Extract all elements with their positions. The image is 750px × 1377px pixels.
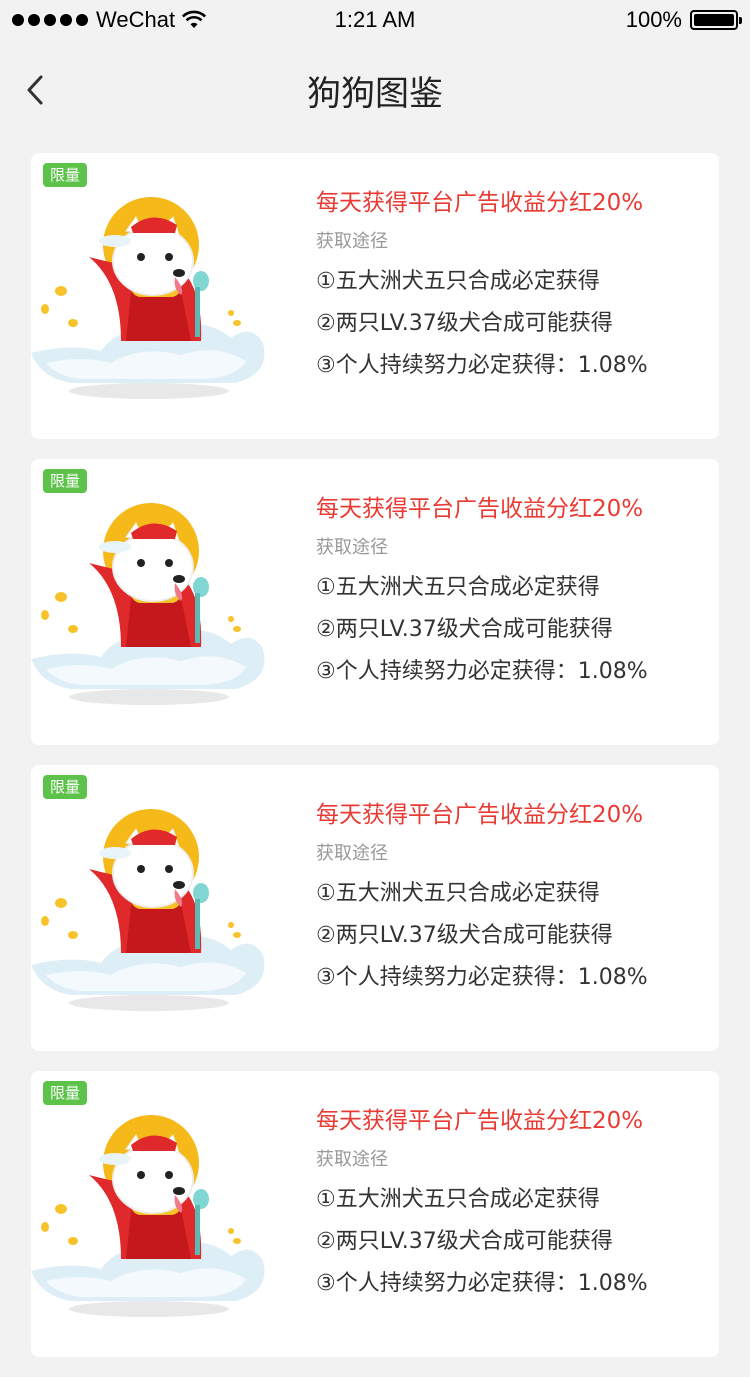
- card-info: 每天获得平台广告收益分红20% 获取途径 ①五大洲犬五只合成必定获得 ②两只LV…: [316, 1105, 709, 1299]
- acquire-method-3: ③个人持续努力必定获得：1.08%: [316, 1271, 648, 1296]
- benefit-headline: 每天获得平台广告收益分红20%: [316, 802, 644, 828]
- acquire-method-2: ②两只LV.37级犬合成可能获得: [316, 617, 613, 642]
- dog-mascot-illustration: [31, 809, 265, 1011]
- status-right: 100%: [625, 7, 742, 33]
- benefit-headline: 每天获得平台广告收益分红20%: [316, 190, 644, 216]
- acquire-method-label: 获取途径: [316, 537, 388, 558]
- acquire-method-2: ②两只LV.37级犬合成可能获得: [316, 1229, 613, 1254]
- dog-card[interactable]: 限量 每天获得平台广告收益分红20% 获取途径 ①五大洲犬五只合成必定获得 ②两…: [31, 1071, 719, 1357]
- benefit-headline: 每天获得平台广告收益分红20%: [316, 1108, 644, 1134]
- dog-card[interactable]: 限量 每天获得平台广告收益分红20% 获取途径 ①五大洲犬五只合成必定获得 ②两…: [31, 459, 719, 745]
- acquire-method-1: ①五大洲犬五只合成必定获得: [316, 1187, 600, 1212]
- page-title: 狗狗图鉴: [307, 74, 443, 114]
- card-info: 每天获得平台广告收益分红20% 获取途径 ①五大洲犬五只合成必定获得 ②两只LV…: [316, 187, 709, 381]
- card-info: 每天获得平台广告收益分红20% 获取途径 ①五大洲犬五只合成必定获得 ②两只LV…: [316, 493, 709, 687]
- acquire-method-3: ③个人持续努力必定获得：1.08%: [316, 965, 648, 990]
- acquire-method-1: ①五大洲犬五只合成必定获得: [316, 881, 600, 906]
- acquire-method-label: 获取途径: [316, 843, 388, 864]
- acquire-method-label: 获取途径: [316, 1149, 388, 1170]
- acquire-method-label: 获取途径: [316, 231, 388, 252]
- battery-percent: 100%: [625, 7, 682, 32]
- card-info: 每天获得平台广告收益分红20% 获取途径 ①五大洲犬五只合成必定获得 ②两只LV…: [316, 799, 709, 993]
- dog-mascot-illustration: [31, 197, 265, 399]
- acquire-method-3: ③个人持续努力必定获得：1.08%: [316, 659, 648, 684]
- dog-card[interactable]: 限量 每天获得平台广告收益分红20% 获取途径 ①五大洲犬五只合成必定获得 ②两…: [31, 765, 719, 1051]
- dog-mascot-illustration: [31, 1115, 265, 1317]
- acquire-method-3: ③个人持续努力必定获得：1.08%: [316, 353, 648, 378]
- acquire-method-2: ②两只LV.37级犬合成可能获得: [316, 923, 613, 948]
- acquire-method-1: ①五大洲犬五只合成必定获得: [316, 269, 600, 294]
- dog-mascot-illustration: [31, 503, 265, 705]
- dog-card-list: 限量 每天获得平台广告收益分红20% 获取途径 ①五大洲犬五只合成必定获得 ②两…: [31, 153, 719, 1377]
- acquire-method-1: ①五大洲犬五只合成必定获得: [316, 575, 600, 600]
- dog-card[interactable]: 限量 每天获得平台广告收益分红20% 获取途径 ①五大洲犬五只合成必定获得 ②两…: [31, 153, 719, 439]
- benefit-headline: 每天获得平台广告收益分红20%: [316, 496, 644, 522]
- battery-icon: [690, 10, 742, 30]
- navigation-bar: 狗狗图鉴: [0, 40, 750, 140]
- status-bar: WeChat 1:21 AM 100%: [0, 0, 750, 40]
- acquire-method-2: ②两只LV.37级犬合成可能获得: [316, 311, 613, 336]
